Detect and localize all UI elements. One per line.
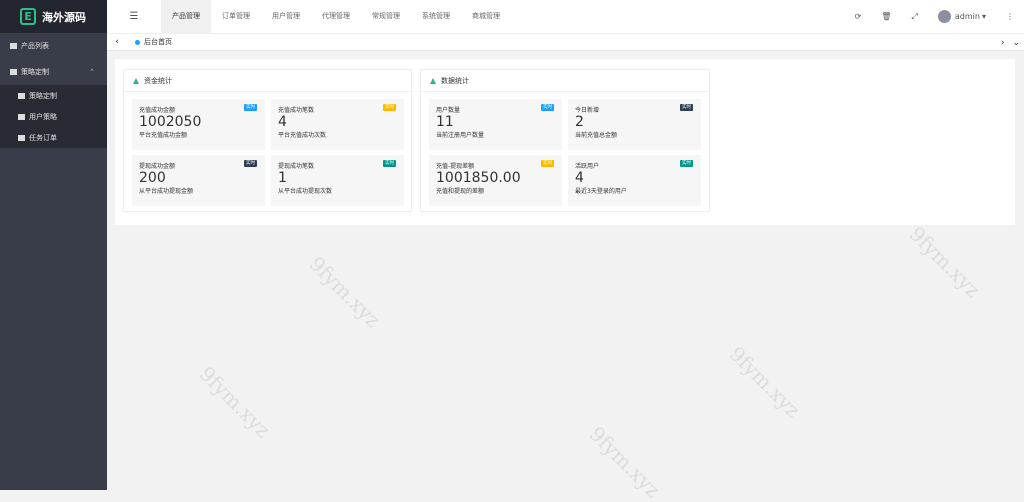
username: admin [954,12,980,21]
status-badge: 实时 [244,160,257,167]
stat-card: 实时 今日新增 2 当前充值总金额 [568,99,701,150]
tab-system[interactable]: 系统管理 [411,0,461,33]
chevron-left-icon[interactable]: ‹ [107,37,127,47]
sidebar-item-strategy[interactable]: 策略定制 ⌃ [0,59,107,85]
menu-toggle-icon[interactable]: ☰ [107,0,161,33]
status-badge: 实时 [383,104,396,111]
refresh-icon[interactable]: ⟳ [855,12,862,21]
sidebar: E 海外源码 产品列表 策略定制 ⌃ 策略定制 用户策略 任务订单 [0,0,107,490]
stat-title: 充值-提现差额 [436,163,475,170]
card-header: 资金统计 [124,70,411,92]
sidebar-item-label: 产品列表 [21,42,49,50]
sidebar-subitem-strategy[interactable]: 策略定制 [0,85,107,106]
tab-mall[interactable]: 商城管理 [461,0,511,33]
tab-orders[interactable]: 订单管理 [211,0,261,33]
user-menu[interactable]: admin ▾ [937,10,986,23]
stat-desc: 最近3天登录的用户 [575,188,627,195]
stat-card: 实时 用户数量 11 当前注册用户数量 [429,99,562,150]
stat-title: 充值成功笔数 [278,107,315,114]
stat-desc: 从平台成功提现次数 [278,188,333,195]
status-badge: 实时 [680,104,693,111]
tab-users[interactable]: 用户管理 [261,0,311,33]
stat-title: 活跃用户 [575,163,600,170]
stat-card: 实时 提现成功笔数 1 从平台成功提现次数 [271,155,404,206]
main-content: 资金统计 实时 充值成功金额 1002050 平台充值成功金额 实时 充值成功笔… [115,59,1015,225]
chevron-down-icon: ▾ [981,12,986,21]
stat-title: 今日新增 [575,107,600,114]
trash-icon[interactable]: 🗑 [881,12,891,21]
stat-title: 提现成功金额 [139,163,176,170]
avatar [937,10,951,23]
watermark: 9fym.xyz [304,251,386,333]
watermark: 9fym.xyz [904,221,986,303]
list-icon [10,43,17,49]
stat-card: 实时 提现成功金额 200 从平台成功提现金额 [132,155,265,206]
stat-title: 用户数量 [436,107,461,114]
stat-value: 11 [436,114,454,130]
stat-value: 4 [278,114,287,130]
stat-desc: 当前注册用户数量 [436,132,485,139]
watermark: 9fym.xyz [724,341,806,423]
chevron-right-icon[interactable]: › [1001,38,1005,48]
card-header: 数据统计 [421,70,709,92]
stat-title: 充值成功金额 [139,107,176,114]
stat-card: 实时 活跃用户 4 最近3天登录的用户 [568,155,701,206]
fullscreen-icon[interactable]: ⤢ [912,12,918,22]
sidebar-item-product-list[interactable]: 产品列表 [0,33,107,59]
stat-value: 2 [575,114,584,130]
sidebar-subitem-user-strategy[interactable]: 用户策略 [0,106,107,127]
sidebar-item-label: 策略定制 [21,68,49,76]
sidebar-item-label: 任务订单 [29,133,57,142]
status-badge: 实时 [680,160,693,167]
stat-card: 实时 充值-提现差额 1001850.00 充值和提现的差额 [429,155,562,206]
stat-desc: 平台充值成功金额 [139,132,188,139]
active-dot [135,39,140,45]
warning-icon [430,77,436,84]
more-icon[interactable]: ⋮ [1006,12,1014,21]
status-badge: 实时 [244,104,257,111]
stat-title: 提现成功笔数 [278,163,315,170]
logo[interactable]: E 海外源码 [0,0,107,33]
stat-value: 1 [278,170,287,186]
status-badge: 实时 [383,160,396,167]
submenu: 策略定制 用户策略 任务订单 [0,85,107,148]
list-icon [18,134,25,141]
page-tabs-bar: ‹ 后台首页 › ⌄ [107,33,1024,51]
tab-agents[interactable]: 代理管理 [311,0,361,33]
stat-value: 1001850.00 [436,170,521,186]
list-icon [18,113,25,120]
status-badge: 实时 [541,104,554,111]
tab-product[interactable]: 产品管理 [161,0,211,33]
card-title: 数据统计 [441,76,469,85]
stat-card: 实时 充值成功笔数 4 平台充值成功次数 [271,99,404,150]
sidebar-item-label: 用户策略 [29,112,57,121]
chevron-up-icon: ⌃ [89,68,95,76]
status-badge: 实时 [541,160,554,167]
stat-value: 4 [575,170,584,186]
page-tab-label: 后台首页 [144,38,172,46]
warning-icon [133,77,139,84]
sidebar-subitem-task-orders[interactable]: 任务订单 [0,127,107,148]
tab-general[interactable]: 常规管理 [361,0,411,33]
data-card: 数据统计 实时 用户数量 11 当前注册用户数量 实时 今日新增 2 当前充值总… [420,69,710,212]
logo-mark: E [20,8,36,25]
stat-value: 200 [139,170,166,186]
stat-desc: 充值和提现的差额 [436,188,485,195]
stat-desc: 从平台成功提现金额 [139,188,194,195]
top-navbar: ☰ 产品管理 订单管理 用户管理 代理管理 常规管理 系统管理 商城管理 ⟳ 🗑… [107,0,1024,33]
stat-card: 实时 充值成功金额 1002050 平台充值成功金额 [132,99,265,150]
watermark: 9fym.xyz [194,361,276,443]
stat-desc: 当前充值总金额 [575,132,618,139]
stat-value: 1002050 [139,114,202,130]
brand-name: 海外源码 [42,10,86,24]
page-tab-home[interactable]: 后台首页 [127,37,172,47]
funds-card: 资金统计 实时 充值成功金额 1002050 平台充值成功金额 实时 充值成功笔… [123,69,412,212]
sidebar-item-label: 策略定制 [29,91,57,100]
list-icon [10,69,17,75]
list-icon [18,92,25,99]
card-title: 资金统计 [144,76,172,85]
stat-desc: 平台充值成功次数 [278,132,327,139]
chevron-down-icon[interactable]: ⌄ [1012,38,1020,48]
